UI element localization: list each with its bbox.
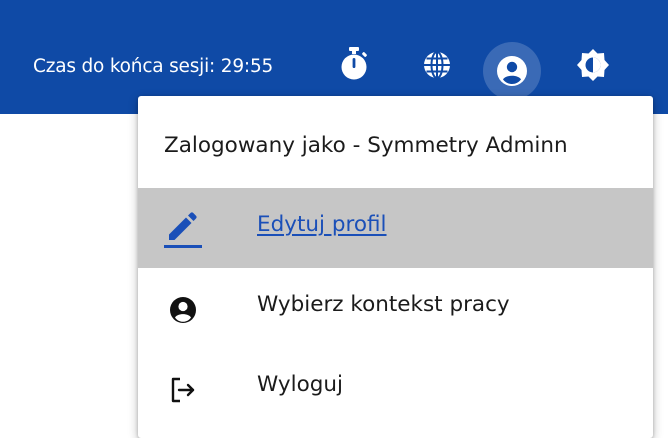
account-circle-icon — [163, 290, 203, 330]
user-dropdown-menu: Zalogowany jako - Symmetry Adminn Edytuj… — [138, 96, 653, 438]
menu-item-select-context[interactable]: Wybierz kontekst pracy — [138, 268, 653, 348]
logout-icon — [163, 370, 203, 410]
globe-icon[interactable] — [419, 47, 455, 83]
contrast-icon[interactable] — [574, 46, 612, 84]
logout-label: Wyloguj — [257, 372, 343, 397]
pencil-icon — [163, 210, 203, 250]
account-menu-button[interactable] — [483, 42, 541, 100]
logged-in-header: Zalogowany jako - Symmetry Adminn — [138, 96, 653, 188]
menu-item-edit-profile[interactable]: Edytuj profil — [138, 188, 653, 268]
timer-icon[interactable] — [336, 44, 372, 84]
edit-profile-link[interactable]: Edytuj profil — [257, 212, 387, 237]
session-timer-label: Czas do końca sesji: 29:55 — [33, 56, 274, 77]
menu-item-logout[interactable]: Wyloguj — [138, 348, 653, 428]
account-circle-icon — [497, 56, 527, 86]
logged-in-as-text: Zalogowany jako - Symmetry Adminn — [164, 133, 568, 158]
select-context-label: Wybierz kontekst pracy — [257, 292, 510, 317]
